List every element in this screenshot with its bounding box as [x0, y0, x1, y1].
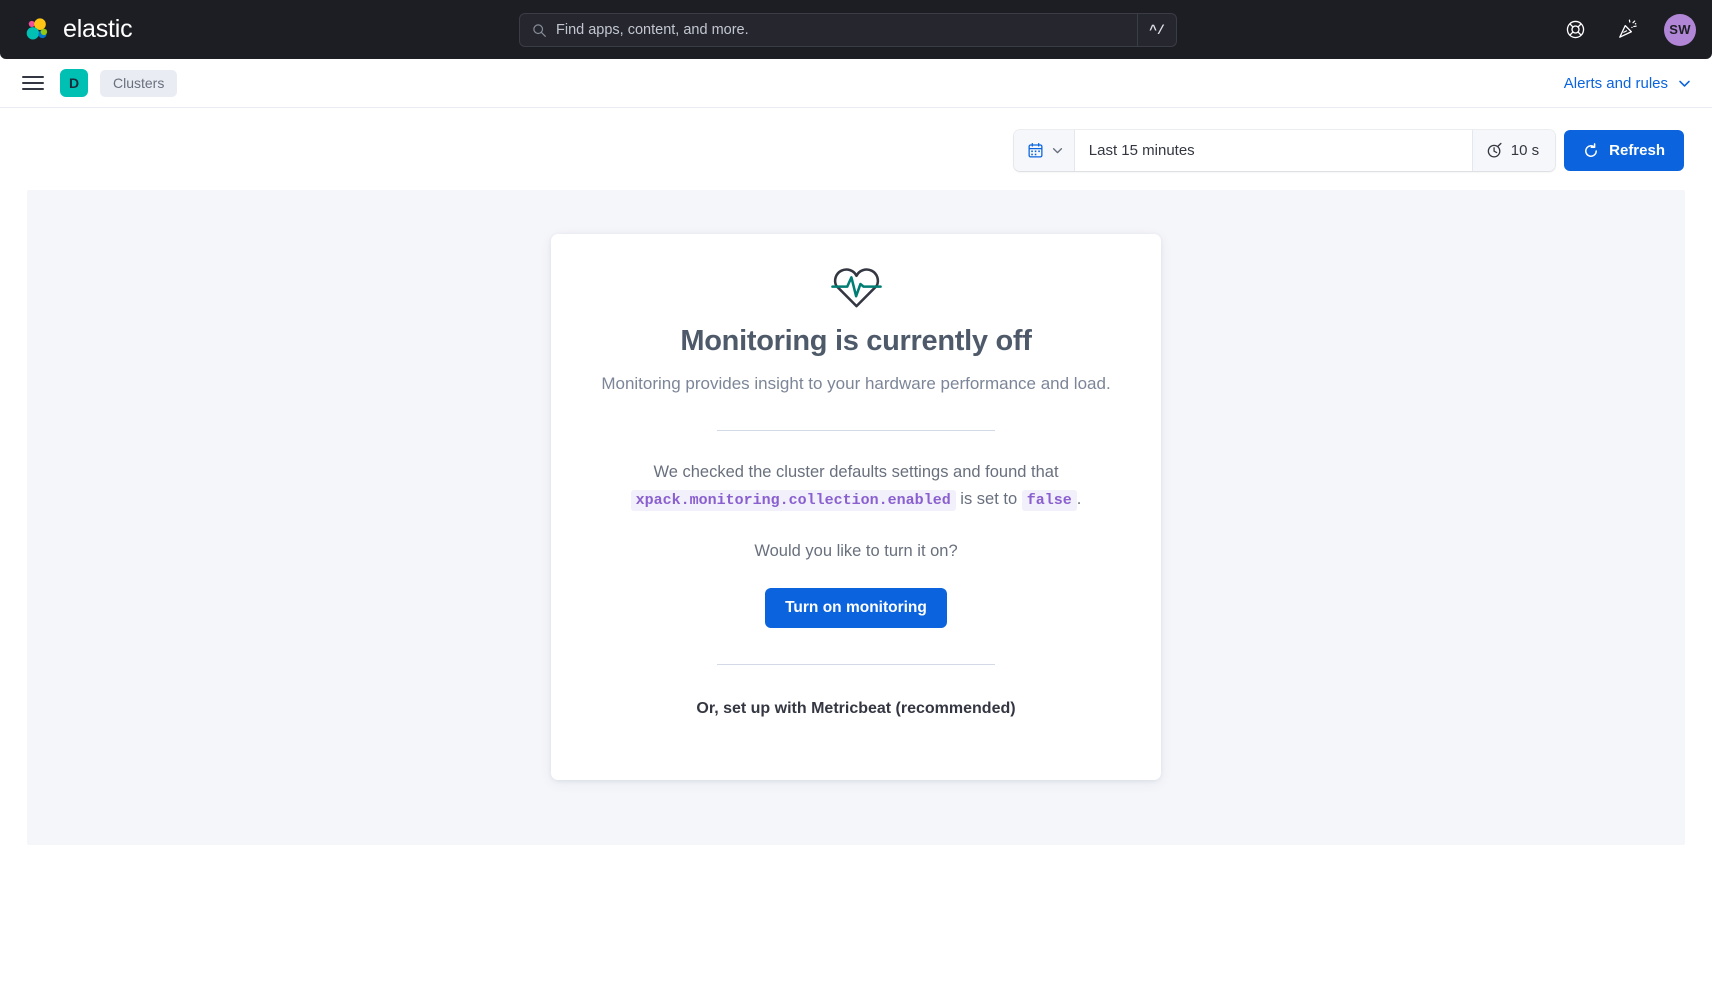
refresh-interval-value: 10 s: [1510, 142, 1540, 159]
super-date-picker: Last 15 minutes 10 s: [1013, 130, 1556, 171]
check-text-before: We checked the cluster defaults settings…: [653, 463, 1059, 482]
global-header: elastic Find apps, content, and more. ^/: [0, 0, 1712, 59]
monitoring-off-card: Monitoring is currently off Monitoring p…: [551, 234, 1161, 780]
header-actions: SW: [1560, 0, 1696, 59]
news-feed-button[interactable]: [1612, 15, 1642, 45]
refresh-interval-clock-icon: [1487, 142, 1502, 158]
elastic-logo-icon: [26, 17, 48, 39]
space-badge[interactable]: D: [60, 69, 88, 97]
metricbeat-setup-link[interactable]: Or, set up with Metricbeat (recommended): [696, 700, 1015, 718]
divider-top: [717, 430, 995, 432]
cluster-settings-message: We checked the cluster defaults settings…: [596, 459, 1116, 513]
setting-key-code: xpack.monitoring.collection.enabled: [630, 489, 956, 511]
chevron-down-icon: [1052, 148, 1062, 154]
date-range-input[interactable]: Last 15 minutes: [1074, 130, 1472, 171]
check-text-middle: is set to: [960, 489, 1018, 508]
refresh-label: Refresh: [1609, 142, 1665, 159]
card-subtitle: Monitoring provides insight to your hard…: [601, 374, 1111, 393]
refresh-interval-button[interactable]: 10 s: [1471, 130, 1556, 171]
brand-name: elastic: [63, 15, 133, 43]
user-avatar[interactable]: SW: [1664, 13, 1696, 46]
content-panel: Monitoring is currently off Monitoring p…: [27, 190, 1685, 845]
refresh-button[interactable]: Refresh: [1564, 130, 1684, 171]
breadcrumb-bar: D Clusters Alerts and rules: [0, 59, 1712, 108]
alerts-and-rules-label: Alerts and rules: [1563, 74, 1668, 92]
page-title: Monitoring is currently off: [680, 325, 1032, 357]
search-shortcut-badge[interactable]: ^/: [1138, 13, 1177, 47]
turn-on-monitoring-button[interactable]: Turn on monitoring: [765, 588, 947, 629]
card-icon-wrap: [596, 263, 1116, 309]
help-button[interactable]: [1560, 15, 1590, 45]
divider-bottom: [717, 664, 995, 666]
alerts-and-rules-button[interactable]: Alerts and rules: [1564, 75, 1692, 92]
date-range-value: Last 15 minutes: [1088, 142, 1195, 159]
announcement-party-popper-icon: [1618, 19, 1637, 38]
global-search[interactable]: Find apps, content, and more. ^/: [519, 13, 1177, 47]
setting-value-code: false: [1021, 489, 1077, 511]
refresh-circle-arrow-icon: [1585, 142, 1598, 157]
calendar-icon: [1028, 142, 1043, 158]
heart-pulse-monitoring-icon: [830, 268, 882, 308]
search-placeholder: Find apps, content, and more.: [556, 22, 749, 38]
date-quick-select-button[interactable]: [1013, 130, 1075, 171]
search-input[interactable]: Find apps, content, and more.: [519, 13, 1138, 47]
page-body: Last 15 minutes 10 s Refresh Monitoring …: [0, 108, 1712, 1005]
hamburger-menu-icon[interactable]: [22, 71, 46, 95]
search-icon: [533, 23, 546, 37]
lifebuoy-help-icon: [1566, 20, 1584, 39]
check-text-after: .: [1076, 489, 1082, 508]
turn-on-question: Would you like to turn it on?: [754, 542, 958, 561]
chevron-down-icon: [1679, 80, 1690, 87]
breadcrumb-clusters[interactable]: Clusters: [100, 69, 178, 97]
brand[interactable]: elastic: [16, 15, 133, 45]
time-controls-row: Last 15 minutes 10 s Refresh: [27, 108, 1685, 190]
